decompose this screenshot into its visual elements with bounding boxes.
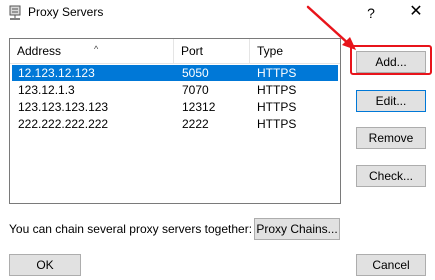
cell-type: HTTPS [257,83,297,97]
cell-port: 12312 [182,100,216,114]
proxy-server-icon [9,5,21,20]
column-header-address[interactable]: Address ^ [10,39,174,63]
cell-port: 2222 [182,117,209,131]
title-bar: Proxy Servers ? ✕ [0,0,435,26]
cell-type: HTTPS [257,100,297,114]
close-button[interactable]: ✕ [398,0,434,26]
ok-button[interactable]: OK [9,254,81,276]
edit-button[interactable]: Edit... [356,90,426,112]
cell-type: HTTPS [257,66,297,80]
remove-button[interactable]: Remove [356,127,426,149]
cell-address: 222.222.222.222 [18,117,109,131]
add-button-highlight [350,45,432,75]
table-row[interactable]: 222.222.222.222 2222 HTTPS [12,116,338,132]
column-header-port[interactable]: Port [174,39,250,63]
cell-address: 12.123.12.123 [18,66,95,80]
sort-ascending-icon: ^ [94,44,99,54]
check-button[interactable]: Check... [356,165,426,187]
help-button[interactable]: ? [356,0,386,26]
table-row[interactable]: 123.123.123.123 12312 HTTPS [12,99,338,115]
table-row[interactable]: 12.123.12.123 5050 HTTPS [12,65,338,81]
cell-type: HTTPS [257,117,297,131]
cell-port: 5050 [182,66,209,80]
cell-port: 7070 [182,83,209,97]
cell-address: 123.12.1.3 [18,83,75,97]
cancel-button[interactable]: Cancel [356,254,426,276]
cell-address: 123.123.123.123 [18,100,109,114]
window-title: Proxy Servers [28,5,104,19]
chain-description: You can chain several proxy servers toge… [9,222,253,236]
table-row[interactable]: 123.12.1.3 7070 HTTPS [12,82,338,98]
column-header-address-label: Address [17,44,62,58]
proxy-chains-button[interactable]: Proxy Chains... [254,218,340,240]
proxy-list[interactable]: Address ^ Port Type 12.123.12.123 5050 H… [9,38,341,204]
